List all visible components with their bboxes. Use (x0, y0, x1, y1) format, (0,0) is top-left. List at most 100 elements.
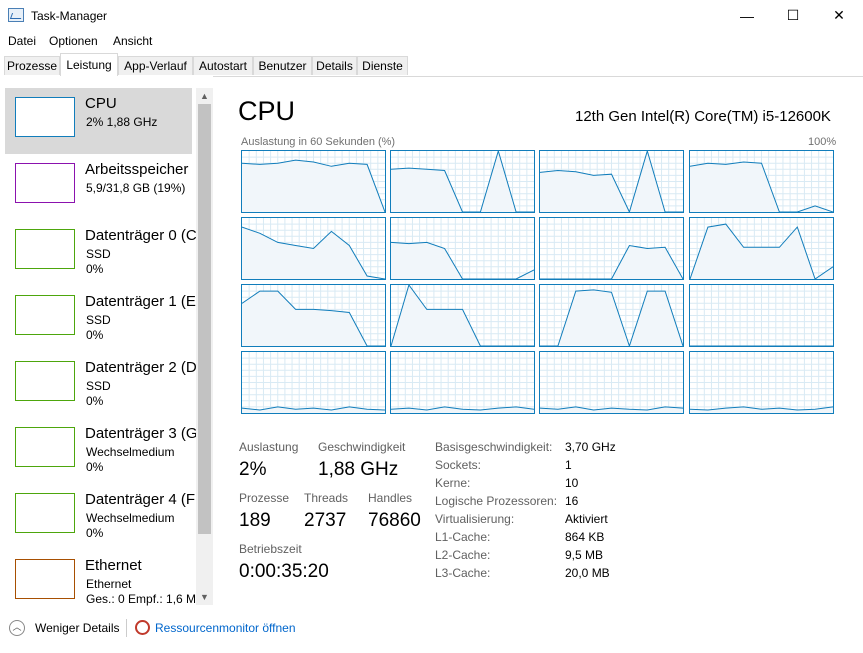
graph-max-label: 100% (808, 136, 837, 148)
sidebar-thumbnail-graph (15, 163, 75, 203)
menu-ansicht[interactable]: Ansicht (113, 34, 152, 48)
scroll-down-arrow-icon[interactable]: ▼ (196, 589, 213, 605)
cpu-core-graph (390, 150, 535, 213)
sidebar-item-detail: Wechselmedium (86, 445, 175, 459)
sidebar-item-title: Arbeitsspeicher (85, 161, 189, 178)
cpu-core-graph (241, 217, 386, 280)
graph-caption: Auslastung in 60 Sekunden (%) (241, 136, 396, 148)
sidebar-item-detail: SSD (86, 379, 111, 393)
sidebar-item-detail: SSD (86, 313, 111, 327)
sidebar-item-usage: 0% (86, 262, 104, 276)
cpu-detail-value: 3,70 GHz (565, 440, 616, 454)
processes-value: 189 (239, 510, 271, 531)
cpu-core-graph (390, 284, 535, 347)
cpu-detail-value: 16 (565, 494, 579, 508)
scroll-up-arrow-icon[interactable]: ▲ (196, 88, 213, 104)
sidebar-item-detail: Ethernet (86, 577, 132, 591)
sidebar-item-title: Datenträger 1 (E:) (85, 293, 196, 310)
sidebar-thumbnail-graph (15, 295, 75, 335)
cpu-core-graph (241, 284, 386, 347)
chevron-up-icon[interactable]: ︿ (9, 620, 25, 636)
sidebar-item-title: CPU (85, 95, 117, 112)
sidebar-thumbnail-graph (15, 427, 75, 467)
cpu-detail-value: 10 (565, 476, 579, 490)
cpu-detail-label: Virtualisierung: (435, 512, 515, 526)
cpu-detail-label: L2-Cache: (435, 548, 491, 562)
cpu-model-name: 12th Gen Intel(R) Core(TM) i5-12600K (575, 108, 831, 125)
tab-autostart[interactable]: Autostart (193, 56, 253, 75)
cpu-detail-label: Basisgeschwindigkeit: (435, 440, 553, 454)
sidebar-item-usage: 0% (86, 328, 104, 342)
cpu-detail-label: Kerne: (435, 476, 471, 490)
speed-label: Geschwindigkeit (318, 440, 406, 454)
window-title: Task-Manager (31, 9, 108, 23)
sidebar-thumbnail-graph (15, 361, 75, 401)
cpu-core-graph (689, 351, 834, 414)
tab-benutzer[interactable]: Benutzer (253, 56, 312, 75)
sidebar-item-usage: 0% (86, 460, 104, 474)
cpu-core-graph (241, 351, 386, 414)
cpu-detail-label: L3-Cache: (435, 566, 491, 580)
sidebar-item-title: Datenträger 2 (D:) (85, 359, 196, 376)
scrollbar-thumb[interactable] (198, 104, 211, 534)
cpu-core-graph (390, 217, 535, 280)
tab-prozesse[interactable]: Prozesse (4, 56, 60, 75)
handles-label: Handles (368, 491, 413, 505)
sidebar-thumbnail-graph (15, 559, 75, 599)
cpu-detail-label: Sockets: (435, 458, 482, 472)
cpu-detail-value: 9,5 MB (565, 548, 604, 562)
menu-optionen[interactable]: Optionen (49, 34, 98, 48)
utilization-value: 2% (239, 459, 267, 480)
cpu-detail-value: 20,0 MB (565, 566, 610, 580)
sidebar-item-detail: Wechselmedium (86, 511, 175, 525)
uptime-value: 0:00:35:20 (239, 561, 329, 582)
sidebar-item-detail: SSD (86, 247, 111, 261)
tab-dienste[interactable]: Dienste (357, 56, 408, 75)
threads-value: 2737 (304, 510, 347, 531)
cpu-core-graph (390, 351, 535, 414)
cpu-detail-value: 864 KB (565, 530, 605, 544)
cpu-detail-label: Logische Prozessoren: (435, 494, 558, 508)
maximize-button[interactable]: ☐ (770, 0, 816, 31)
footer-bar (0, 608, 863, 653)
sidebar-item-title: Datenträger 3 (G:) (85, 425, 196, 442)
cpu-core-graph (689, 284, 834, 347)
sidebar-thumbnail-graph (15, 229, 75, 269)
sidebar-item-usage: 0% (86, 526, 104, 540)
sidebar-item-title: Datenträger 4 (F:) (85, 491, 196, 508)
sidebar-thumbnail-graph (15, 97, 75, 137)
footer-divider (126, 619, 127, 637)
cpu-detail-value: Aktiviert (565, 512, 608, 526)
tab-app-verlauf[interactable]: App-Verlauf (118, 56, 193, 75)
cpu-core-graph (539, 150, 684, 213)
sidebar-item-detail: 2% 1,88 GHz (86, 115, 158, 129)
core-usage-area (242, 160, 385, 212)
utilization-label: Auslastung (239, 440, 299, 454)
threads-label: Threads (304, 491, 349, 505)
sidebar-item-title: Datenträger 0 (C:) (85, 227, 196, 244)
cpu-core-graph (539, 284, 684, 347)
fewer-details-button[interactable]: Weniger Details (35, 621, 119, 635)
resource-monitor-link[interactable]: Ressourcenmonitor öffnen (155, 621, 296, 635)
sidebar-item-usage: 0% (86, 394, 104, 408)
cpu-core-graph (241, 150, 386, 213)
cpu-core-graph (539, 217, 684, 280)
tab-details[interactable]: Details (312, 56, 357, 75)
cpu-detail-label: L1-Cache: (435, 530, 491, 544)
processes-label: Prozesse (239, 491, 290, 505)
handles-value: 76860 (368, 510, 421, 531)
uptime-label: Betriebszeit (239, 542, 302, 556)
menu-datei[interactable]: Datei (8, 34, 36, 48)
cpu-core-graph (689, 217, 834, 280)
sidebar-item-detail: 5,9/31,8 GB (19%) (86, 181, 186, 195)
close-button[interactable]: ✕ (816, 0, 862, 31)
sidebar-thumbnail-graph (15, 493, 75, 533)
task-manager-icon (8, 8, 24, 22)
minimize-button[interactable]: — (724, 0, 770, 31)
speed-value: 1,88 GHz (318, 459, 399, 480)
resource-monitor-icon (135, 620, 150, 635)
tab-leistung[interactable]: Leistung (60, 53, 118, 76)
cpu-core-graph (689, 150, 834, 213)
sidebar-item-title: Ethernet (85, 557, 142, 574)
page-title: CPU (238, 96, 296, 126)
